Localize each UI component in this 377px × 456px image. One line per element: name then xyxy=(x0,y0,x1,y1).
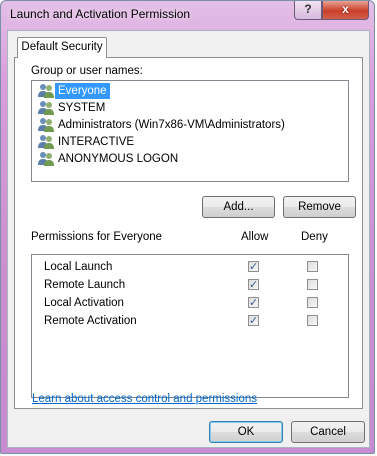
deny-checkbox[interactable] xyxy=(307,315,318,326)
permission-name: Local Activation xyxy=(44,297,124,309)
help-button[interactable]: ? xyxy=(294,1,322,20)
deny-header: Deny xyxy=(301,231,328,243)
user-group-icon xyxy=(38,152,54,166)
remove-button[interactable]: Remove xyxy=(283,196,356,218)
window-title: Launch and Activation Permission xyxy=(10,7,191,21)
list-item-label: SYSTEM xyxy=(58,102,106,114)
list-item-label: INTERACTIVE xyxy=(58,136,135,148)
dialog-client-area: Default Security Group or user names: Ev… xyxy=(7,30,370,448)
deny-checkbox[interactable] xyxy=(307,261,318,272)
permissions-label: Permissions for Everyone xyxy=(31,231,163,243)
list-item-label: ANONYMOUS LOGON xyxy=(58,153,179,165)
group-label: Group or user names: xyxy=(31,65,143,77)
permission-row: Remote Launch xyxy=(32,276,348,294)
permission-name: Remote Activation xyxy=(44,315,137,327)
deny-checkbox[interactable] xyxy=(307,279,318,290)
list-item-label: Administrators (Win7x86-VM\Administrator… xyxy=(58,119,285,131)
allow-checkbox[interactable] xyxy=(248,258,259,276)
permission-row: Local Launch xyxy=(32,258,348,276)
add-button[interactable]: Add... xyxy=(202,196,275,218)
tab-panel: Group or user names: Everyone SYSTEM Adm… xyxy=(14,57,363,409)
ok-button[interactable]: OK xyxy=(209,421,283,443)
permission-name: Local Launch xyxy=(44,261,113,273)
deny-checkbox[interactable] xyxy=(307,297,318,308)
dialog-window: Launch and Activation Permission ? x Def… xyxy=(0,0,375,454)
user-group-icon xyxy=(38,84,54,98)
tab-default-security[interactable]: Default Security xyxy=(17,37,107,58)
allow-checkbox[interactable] xyxy=(248,294,259,312)
user-group-icon xyxy=(38,118,54,132)
permission-name: Remote Launch xyxy=(44,279,126,291)
allow-checkbox[interactable] xyxy=(248,312,259,330)
user-list[interactable]: Everyone SYSTEM Administrators (Win7x86-… xyxy=(31,80,349,182)
close-button[interactable]: x xyxy=(322,1,369,20)
allow-checkbox[interactable] xyxy=(248,276,259,294)
title-bar[interactable]: Launch and Activation Permission ? x xyxy=(1,1,376,29)
learn-access-control-link[interactable]: Learn about access control and permissio… xyxy=(32,393,257,405)
list-item-label: Everyone xyxy=(55,83,110,99)
user-group-icon xyxy=(38,135,54,149)
permission-row: Local Activation xyxy=(32,294,348,312)
permission-row: Remote Activation xyxy=(32,312,348,330)
cancel-button[interactable]: Cancel xyxy=(291,421,365,443)
allow-header: Allow xyxy=(241,231,269,243)
permissions-list: Local Launch Remote Launch Local Activat… xyxy=(31,254,349,398)
user-group-icon xyxy=(38,101,54,115)
